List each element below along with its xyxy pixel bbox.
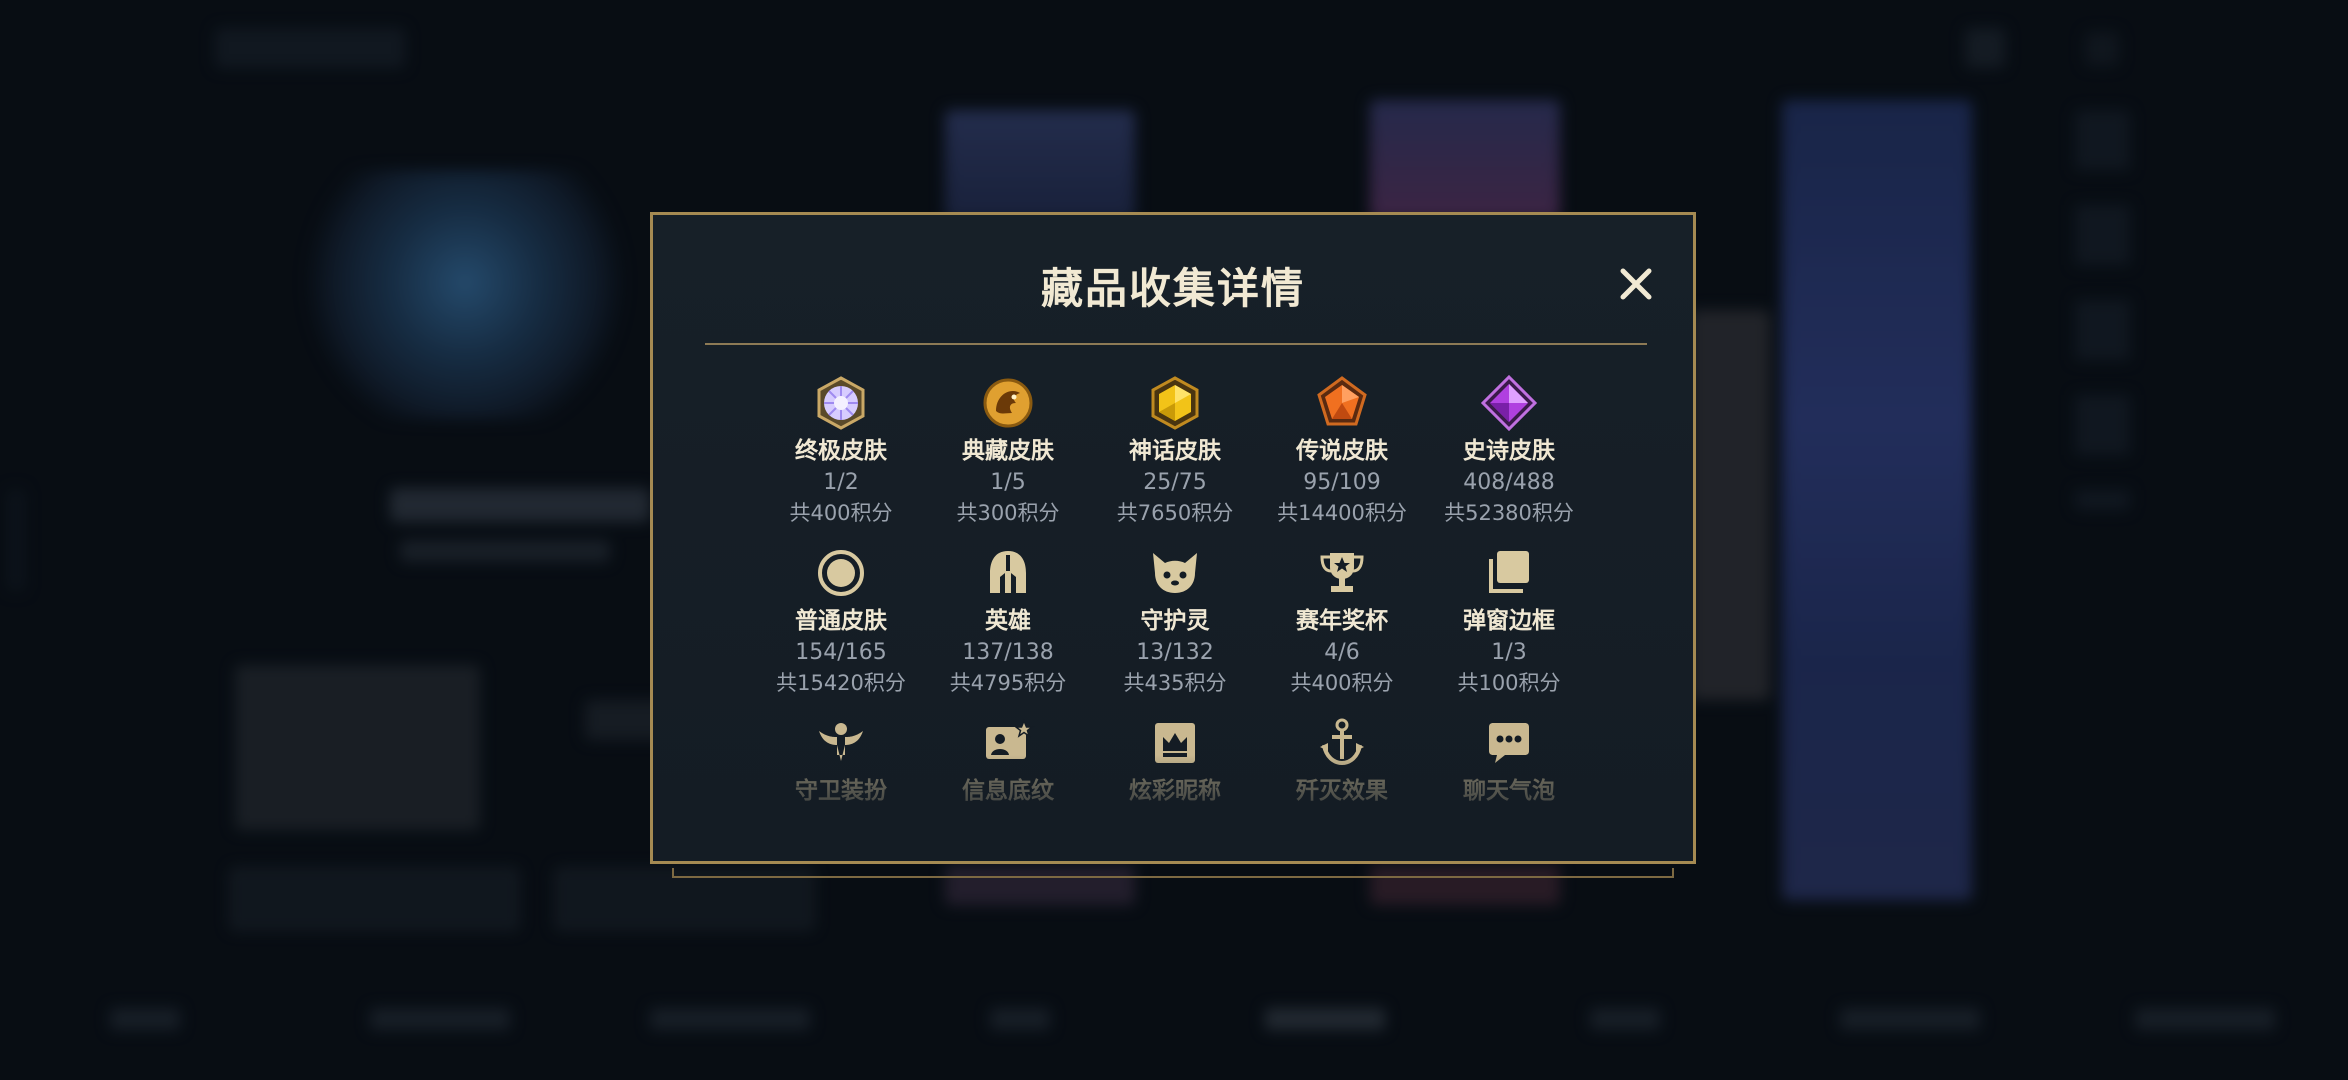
colorful-nickname-icon xyxy=(1155,723,1195,763)
legendary-skin-gem-icon xyxy=(1317,376,1367,426)
category-count: 1/2 xyxy=(823,470,859,495)
category-points: 共14400积分 xyxy=(1277,501,1407,525)
collection-skin-dragon-icon xyxy=(983,378,1033,428)
category-info-background[interactable]: 信息底纹 xyxy=(923,715,1093,807)
category-name: 炫彩昵称 xyxy=(1129,778,1221,804)
normal-skin-circle-icon xyxy=(818,550,864,596)
ultimate-skin-gem-icon xyxy=(817,376,865,430)
category-name: 歼灭效果 xyxy=(1296,778,1388,804)
category-count: 1/5 xyxy=(990,470,1026,495)
guardian-spirit-icon xyxy=(1153,553,1197,593)
category-count: 95/109 xyxy=(1303,470,1381,495)
category-guard-outfit[interactable]: 守卫装扮 xyxy=(756,715,926,807)
modal-title: 藏品收集详情 xyxy=(1040,264,1305,313)
category-points: 共7650积分 xyxy=(1116,501,1234,525)
category-collection-skin[interactable]: 典藏皮肤 1/5 共300积分 xyxy=(923,375,1093,529)
category-points: 共4795积分 xyxy=(949,671,1067,695)
category-points: 共15420积分 xyxy=(776,671,906,695)
category-points: 共435积分 xyxy=(1123,671,1227,695)
category-count: 137/138 xyxy=(962,640,1054,665)
category-name: 聊天气泡 xyxy=(1463,778,1555,804)
category-ultimate-skin[interactable]: 终极皮肤 1/2 共400积分 xyxy=(756,375,926,529)
category-name: 传说皮肤 xyxy=(1296,438,1388,464)
category-points: 共100积分 xyxy=(1457,671,1561,695)
category-mythic-skin[interactable]: 神话皮肤 25/75 共7650积分 xyxy=(1090,375,1260,529)
category-name: 英雄 xyxy=(985,608,1031,634)
category-count: 1/3 xyxy=(1491,640,1527,665)
title-divider xyxy=(705,343,1647,345)
category-name: 终极皮肤 xyxy=(795,438,887,464)
epic-skin-gem-icon xyxy=(1481,375,1537,431)
category-name: 弹窗边框 xyxy=(1463,608,1555,634)
category-points: 共300积分 xyxy=(956,501,1060,525)
category-annihilation-effect[interactable]: 歼灭效果 xyxy=(1257,715,1427,807)
category-chat-bubble[interactable]: 聊天气泡 xyxy=(1424,715,1594,807)
category-name: 守护灵 xyxy=(1140,608,1210,634)
season-trophy-icon xyxy=(1320,553,1364,592)
category-count: 154/165 xyxy=(795,640,887,665)
popup-frame-icon xyxy=(1489,551,1529,593)
category-points: 共52380积分 xyxy=(1444,501,1574,525)
hero-helmet-icon xyxy=(990,551,1026,593)
category-count: 13/132 xyxy=(1136,640,1214,665)
category-normal-skin[interactable]: 普通皮肤 154/165 共15420积分 xyxy=(756,545,926,699)
category-hero[interactable]: 英雄 137/138 共4795积分 xyxy=(923,545,1093,699)
category-name: 赛年奖杯 xyxy=(1296,608,1388,634)
category-name: 守卫装扮 xyxy=(795,778,887,804)
category-guardian-spirit[interactable]: 守护灵 13/132 共435积分 xyxy=(1090,545,1260,699)
category-name: 普通皮肤 xyxy=(795,608,887,634)
mythic-skin-gem-icon xyxy=(1151,376,1199,430)
category-colorful-nickname[interactable]: 炫彩昵称 xyxy=(1090,715,1260,807)
close-button[interactable] xyxy=(1611,259,1661,309)
category-legendary-skin[interactable]: 传说皮肤 95/109 共14400积分 xyxy=(1257,375,1427,529)
category-season-trophy[interactable]: 赛年奖杯 4/6 共400积分 xyxy=(1257,545,1427,699)
chat-bubble-icon xyxy=(1489,723,1529,763)
category-name: 典藏皮肤 xyxy=(962,438,1054,464)
category-count: 25/75 xyxy=(1143,470,1207,495)
annihilation-effect-icon xyxy=(1320,718,1364,766)
category-name: 信息底纹 xyxy=(962,778,1054,804)
category-epic-skin[interactable]: 史诗皮肤 408/488 共52380积分 xyxy=(1424,375,1594,529)
collection-details-modal: 藏品收集详情 终极皮肤 1/2 共400积分 典藏皮肤 1/5 共300积分 神… xyxy=(650,212,1696,864)
category-name: 史诗皮肤 xyxy=(1463,438,1555,464)
category-name: 神话皮肤 xyxy=(1129,438,1221,464)
close-icon xyxy=(1620,268,1652,300)
category-points: 共400积分 xyxy=(1290,671,1394,695)
modal-underline-decoration xyxy=(672,868,1674,878)
guard-outfit-icon xyxy=(819,723,863,761)
category-points: 共400积分 xyxy=(789,501,893,525)
category-count: 408/488 xyxy=(1463,470,1555,495)
category-count: 4/6 xyxy=(1324,640,1360,665)
info-background-icon xyxy=(986,719,1035,759)
category-popup-frame[interactable]: 弹窗边框 1/3 共100积分 xyxy=(1424,545,1594,699)
